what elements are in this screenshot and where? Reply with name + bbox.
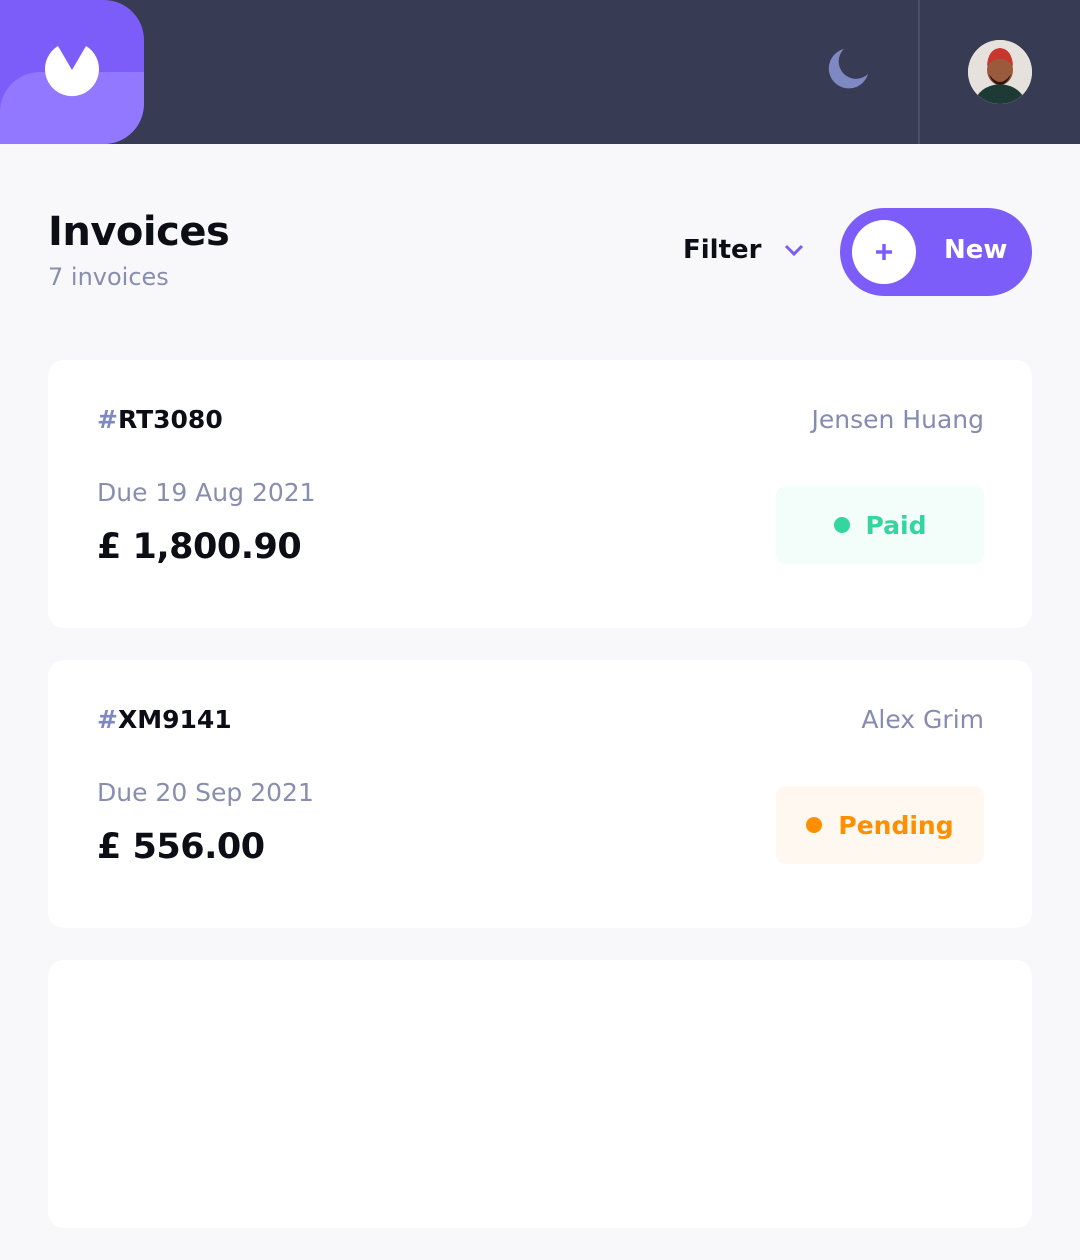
- filter-dropdown[interactable]: Filter: [683, 230, 805, 270]
- theme-toggle-button[interactable]: [826, 47, 874, 91]
- new-button-label: New: [944, 235, 1008, 265]
- invoice-id: #RT3080: [97, 404, 223, 436]
- moon-icon: [828, 49, 868, 89]
- app-logo[interactable]: [0, 0, 144, 144]
- status-badge: Paid: [776, 486, 984, 564]
- top-bar: [0, 0, 1080, 144]
- chevron-down-icon: [785, 244, 804, 257]
- status-label: Pending: [838, 810, 954, 840]
- invoice-count: 7 invoices: [48, 263, 169, 291]
- invoice-id-hash: #: [97, 705, 118, 734]
- invoice-id-hash: #: [97, 405, 118, 434]
- invoice-amount: £ 556.00: [97, 827, 265, 867]
- invoice-amount: £ 1,800.90: [97, 527, 302, 567]
- invoice-id-code: XM9141: [117, 705, 232, 734]
- header-divider: [918, 0, 920, 144]
- invoice-list: #RT3080 Jensen Huang Due 19 Aug 2021 £ 1…: [48, 360, 1032, 1260]
- page-title: Invoices: [48, 209, 230, 255]
- plus-circle: [852, 220, 916, 284]
- invoice-due-date: Due 20 Sep 2021: [97, 778, 314, 807]
- new-invoice-button[interactable]: New: [840, 208, 1032, 296]
- avatar-image: [968, 40, 1032, 104]
- invoice-card[interactable]: #RT3080 Jensen Huang Due 19 Aug 2021 £ 1…: [48, 360, 1032, 628]
- invoice-client: Alex Grim: [861, 705, 984, 734]
- user-avatar[interactable]: [968, 40, 1032, 104]
- status-badge: Pending: [776, 786, 984, 864]
- invoice-card[interactable]: [48, 960, 1032, 1228]
- invoice-id: #XM9141: [97, 704, 232, 736]
- invoice-id-code: RT3080: [117, 405, 223, 434]
- invoice-card[interactable]: #XM9141 Alex Grim Due 20 Sep 2021 £ 556.…: [48, 660, 1032, 928]
- invoice-client: Jensen Huang: [811, 405, 984, 434]
- status-dot-icon: [833, 517, 850, 533]
- app-logo-icon: [45, 46, 99, 97]
- filter-label: Filter: [683, 235, 762, 265]
- status-label: Paid: [865, 510, 927, 540]
- invoice-due-date: Due 19 Aug 2021: [97, 478, 316, 507]
- plus-icon: [876, 244, 892, 260]
- status-dot-icon: [806, 817, 823, 833]
